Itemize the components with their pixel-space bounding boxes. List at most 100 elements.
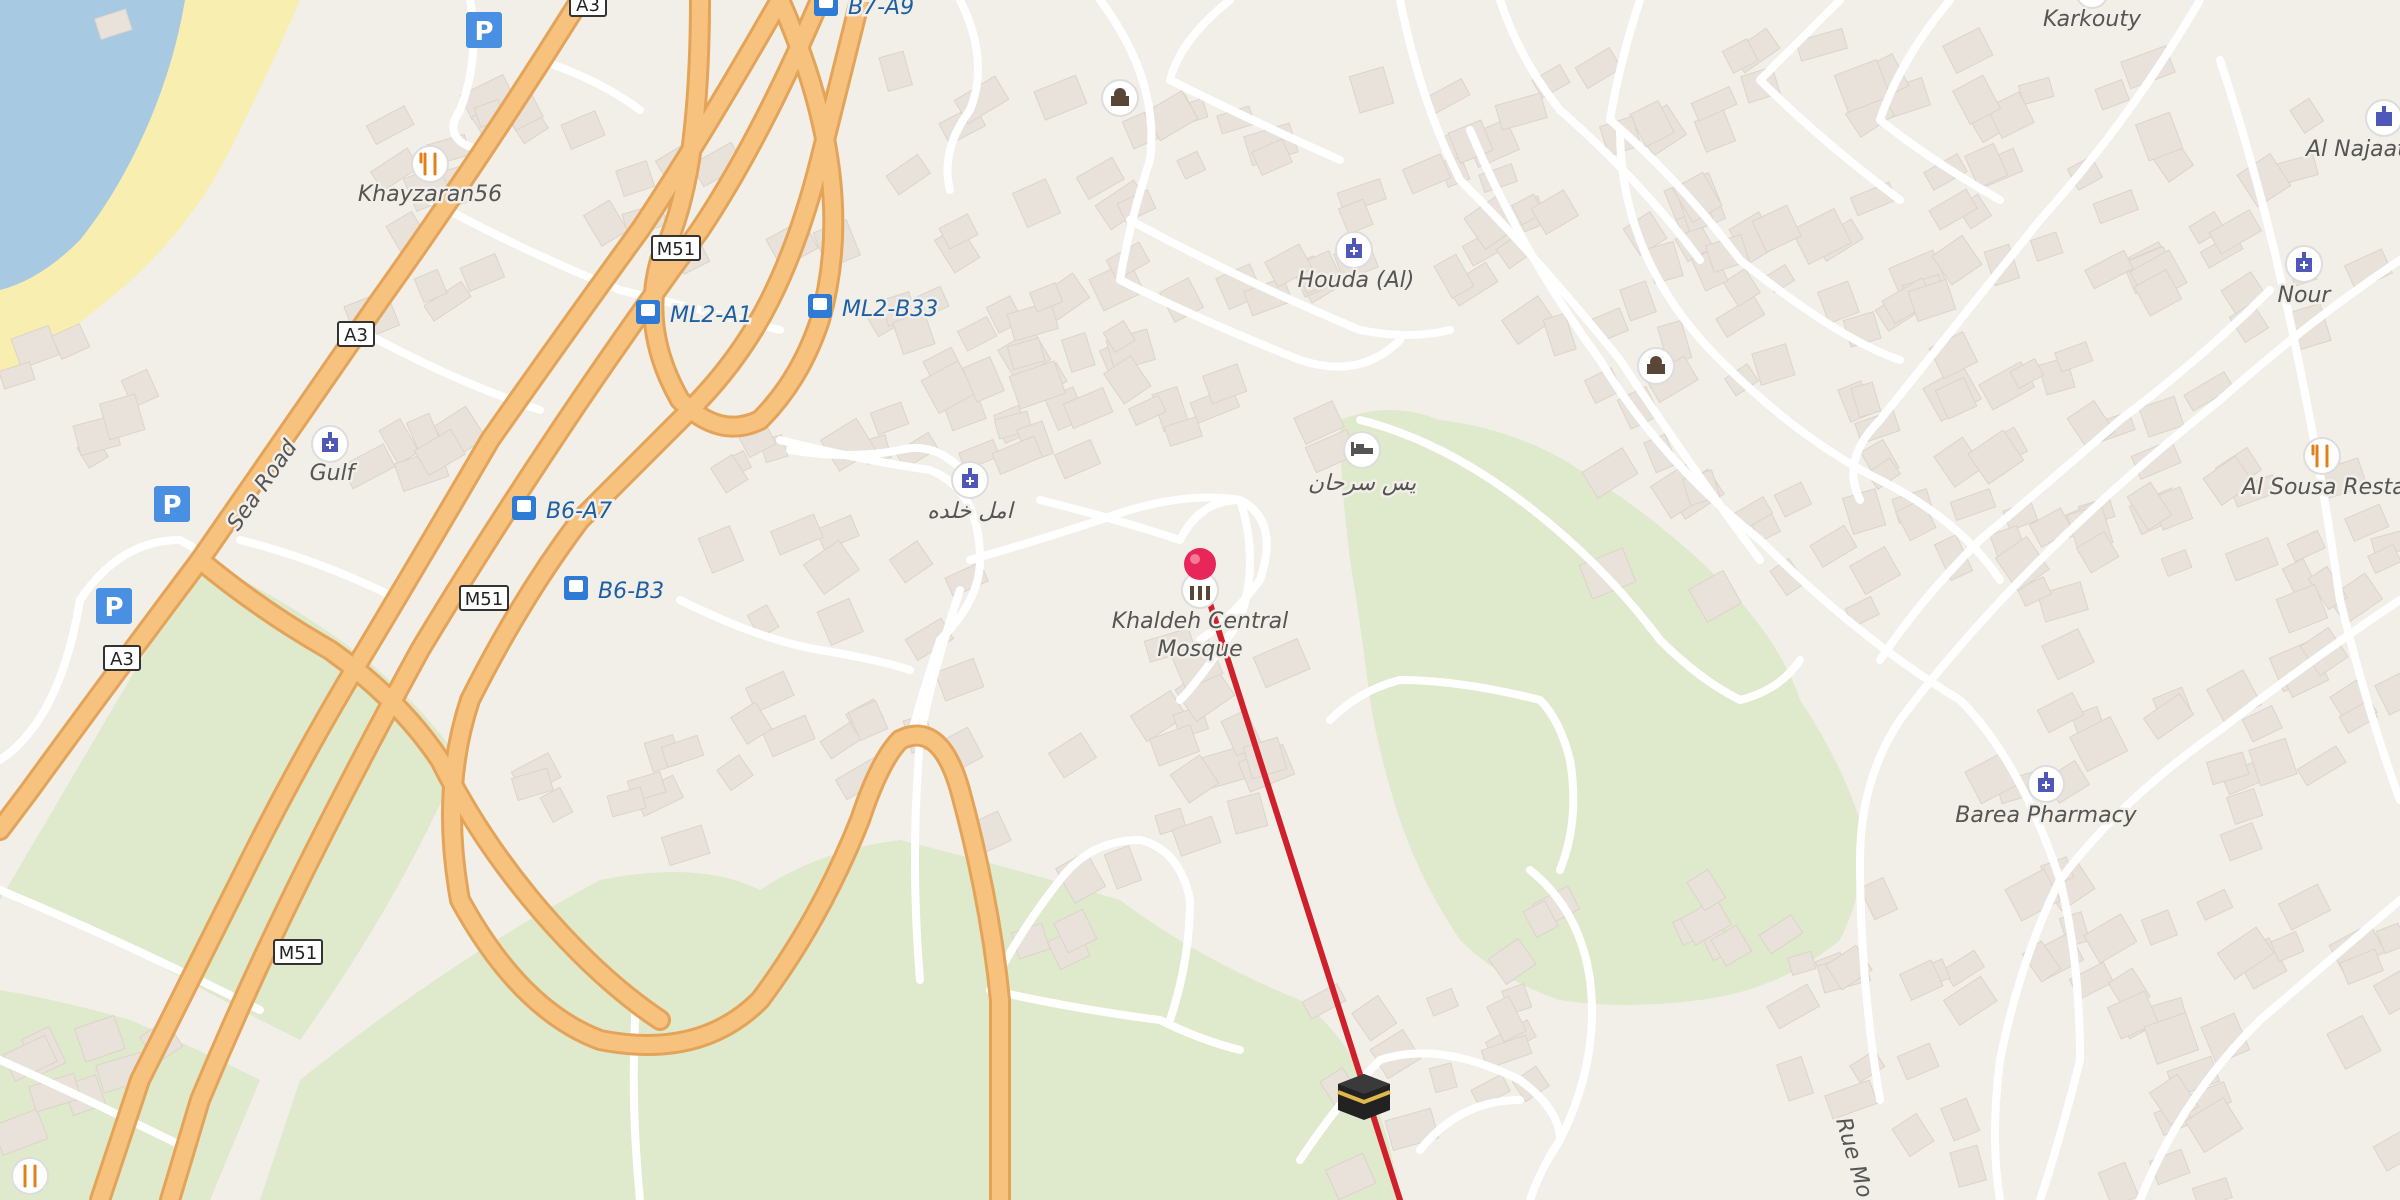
shield-a3-low: A3	[103, 645, 141, 671]
poi-mosque-north[interactable]	[1101, 79, 1139, 117]
building-footprint	[1891, 1112, 1935, 1158]
building-footprint	[2130, 439, 2182, 480]
poi-al-sousa[interactable]: Al Sousa Restauro	[2237, 437, 2400, 503]
building-footprint	[1859, 876, 1899, 921]
shield-a3-top: A3	[569, 0, 607, 17]
svg-text:Nour: Nour	[2278, 283, 2333, 308]
building-footprint	[660, 824, 711, 867]
building-footprint	[956, 315, 998, 352]
poi-khaldeh-central-mosque[interactable]: Khaldeh Central Mosque	[1109, 571, 1291, 665]
poi-al-najaat[interactable]: Al Najaat P	[2301, 99, 2400, 165]
road-centre-5	[1096, 0, 1404, 371]
shield-m51-3: M51	[273, 939, 323, 965]
bus-stop-b7-a9[interactable]: B7-A9	[814, 0, 917, 23]
svg-text:A3: A3	[576, 0, 600, 16]
building-footprint	[2196, 888, 2234, 921]
svg-text:A3: A3	[110, 649, 134, 670]
building-footprint	[1252, 638, 1311, 689]
building-footprint	[1494, 92, 1548, 131]
park-sports-field	[0, 560, 460, 1040]
building-footprint	[1766, 983, 1821, 1030]
building-footprint	[991, 435, 1044, 476]
bus-icon	[813, 298, 827, 310]
building-footprint	[2277, 883, 2332, 931]
building-footprint	[2224, 536, 2279, 582]
building-footprint	[1824, 1079, 1879, 1120]
svg-text:Gulf: Gulf	[310, 461, 358, 486]
building-footprint	[1348, 66, 1395, 114]
parking-icon[interactable]: P	[466, 12, 502, 48]
building-footprint	[2084, 249, 2134, 290]
building-footprint	[2160, 548, 2193, 578]
building-footprint	[2092, 189, 2140, 225]
svg-text:Khaldeh Central: Khaldeh Central	[1112, 609, 1289, 634]
parking-icon[interactable]: P	[96, 588, 132, 624]
building-footprint	[1176, 150, 1207, 180]
bus-icon	[641, 304, 655, 316]
building-footprint	[2097, 1161, 2140, 1200]
building-footprint	[816, 597, 864, 646]
building-footprint	[560, 110, 606, 150]
building-footprint	[1047, 732, 1098, 779]
building-footprint	[1033, 74, 1088, 121]
building-footprint	[1384, 1107, 1440, 1152]
building-footprint	[2286, 529, 2326, 563]
poi-mosque-east[interactable]	[1637, 347, 1675, 385]
building-footprint	[2041, 627, 2095, 681]
location-pin[interactable]	[1184, 548, 1216, 580]
svg-text:Barea Pharmacy: Barea Pharmacy	[1955, 803, 2137, 828]
building-footprint	[1401, 153, 1452, 195]
svg-text:M51: M51	[465, 589, 503, 610]
parking-icon[interactable]: P	[154, 486, 190, 522]
building-footprint	[1103, 844, 1143, 890]
bus-stop-ml2-a1[interactable]: ML2-A1	[636, 300, 755, 331]
shield-a3-mid: A3	[337, 321, 375, 347]
bus-stop-ml2-b33[interactable]: ML2-B33	[808, 294, 941, 325]
building-footprint	[888, 540, 934, 584]
building-footprint	[2372, 965, 2400, 1016]
base-layers	[0, 0, 1863, 1200]
building-footprint	[885, 153, 932, 196]
poi-gulf[interactable]: Gulf	[307, 425, 360, 489]
building-footprint	[1425, 987, 1460, 1017]
poi-nour[interactable]: Nour	[2275, 245, 2335, 311]
shield-m51-2: M51	[459, 585, 509, 611]
building-footprint	[1619, 280, 1657, 322]
building-footprint	[2374, 672, 2400, 716]
building-footprint	[869, 401, 910, 436]
road-centre-2	[676, 596, 914, 674]
map-view[interactable]: A3 M51 A3 M51 A3 M51 Sea Road Rue Mo P P…	[0, 0, 2400, 1200]
svg-text:B7-A9: B7-A9	[848, 0, 914, 20]
building-footprint	[2083, 913, 2138, 964]
svg-text:B6-A7: B6-A7	[546, 499, 612, 524]
mosque-icon	[1190, 586, 1210, 600]
building-footprint	[1940, 1097, 1981, 1142]
building-footprint	[2289, 97, 2325, 134]
building-footprint	[2219, 821, 2263, 862]
building-footprint	[1773, 481, 1813, 518]
road-label-rue-mo: Rue Mo	[1830, 1115, 1877, 1200]
svg-text:Khayzaran56: Khayzaran56	[358, 182, 502, 207]
building-footprint	[2094, 79, 2130, 111]
svg-text:ML2-B33: ML2-B33	[842, 297, 938, 322]
building-footprint	[1942, 26, 1994, 75]
bus-icon	[569, 580, 583, 592]
building-footprint	[1226, 792, 1269, 835]
poi-restaurant-bottom-left[interactable]	[11, 1157, 49, 1195]
bus-stop-b6-a7[interactable]: B6-A7	[512, 496, 615, 527]
poi-karkouty[interactable]: Karkouty	[2041, 0, 2144, 35]
svg-text:P: P	[104, 593, 123, 623]
bus-stop-b6-b3[interactable]: B6-B3	[564, 576, 667, 607]
building-footprint	[1751, 343, 1796, 386]
svg-text:P: P	[162, 491, 181, 521]
map-canvas[interactable]: A3 M51 A3 M51 A3 M51 Sea Road Rue Mo P P…	[0, 0, 2400, 1200]
building-footprint	[606, 786, 647, 818]
building-footprint	[1351, 994, 1398, 1042]
svg-text:Mosque: Mosque	[1157, 637, 1242, 662]
building-footprint	[1011, 178, 1062, 229]
building-footprint	[934, 657, 985, 702]
svg-text:Karkouty: Karkouty	[2043, 7, 2142, 32]
building-footprint	[697, 525, 745, 574]
building-footprint	[615, 160, 656, 198]
building-footprint	[1060, 332, 1096, 373]
